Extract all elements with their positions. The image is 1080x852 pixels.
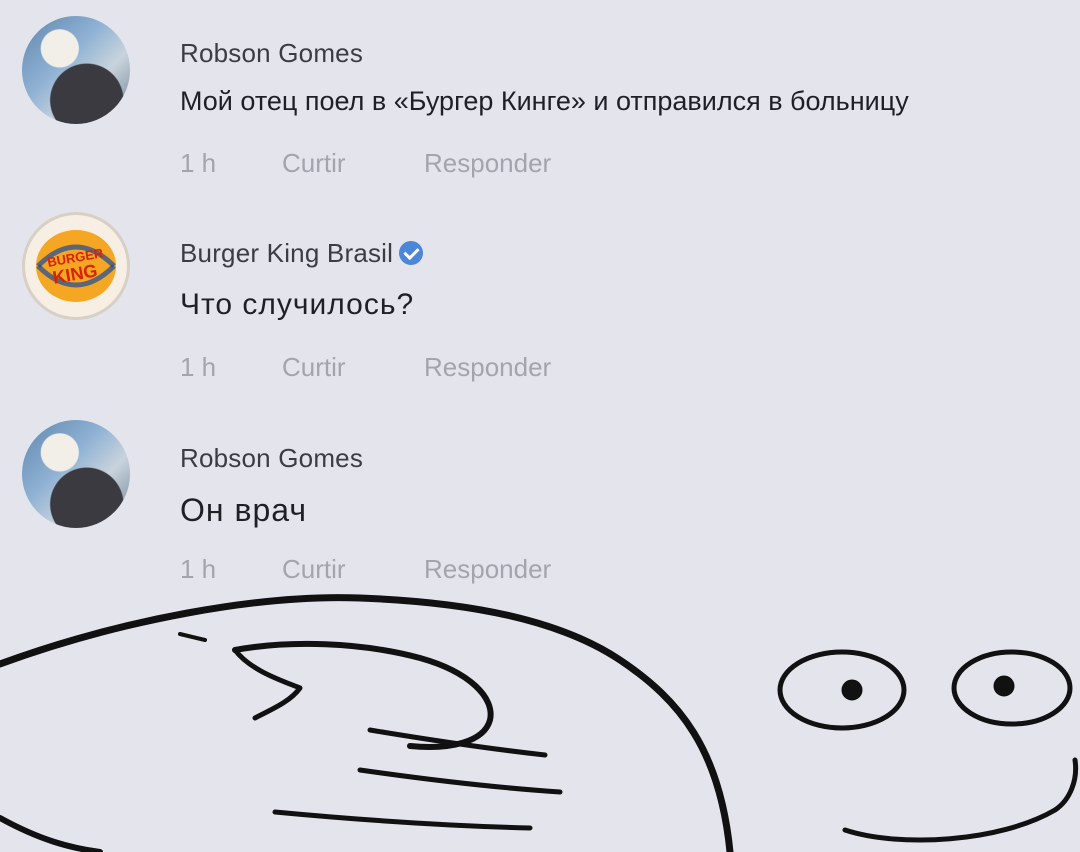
comment-actions: 1 h Curtir Responder [180,352,551,383]
comment-author[interactable]: Robson Gomes [180,443,363,474]
comment-author-row: Burger King Brasil [180,238,424,269]
comment-time: 1 h [180,148,217,178]
comment-text: Мой отец поел в «Бургер Кинге» и отправи… [180,86,909,116]
comment-author[interactable]: Burger King Brasil [180,238,393,268]
comment-text: Он врач [180,492,308,528]
comment-author[interactable]: Robson Gomes [180,38,363,69]
burger-king-logo-icon: BURGER KING [36,230,116,302]
user-avatar[interactable] [22,420,130,528]
verified-badge-icon [399,241,424,265]
reply-button[interactable]: Responder [424,352,551,383]
reply-button[interactable]: Responder [424,148,551,179]
brand-avatar[interactable]: BURGER KING [22,212,130,320]
user-avatar[interactable] [22,16,130,124]
comment-actions: 1 h Curtir Responder [180,148,551,179]
like-button[interactable]: Curtir [282,352,424,383]
comment-time: 1 h [180,352,217,382]
cartoon-face-drawing [0,594,1079,852]
comment-text: Что случилось? [180,288,415,321]
like-button[interactable]: Curtir [282,148,424,179]
